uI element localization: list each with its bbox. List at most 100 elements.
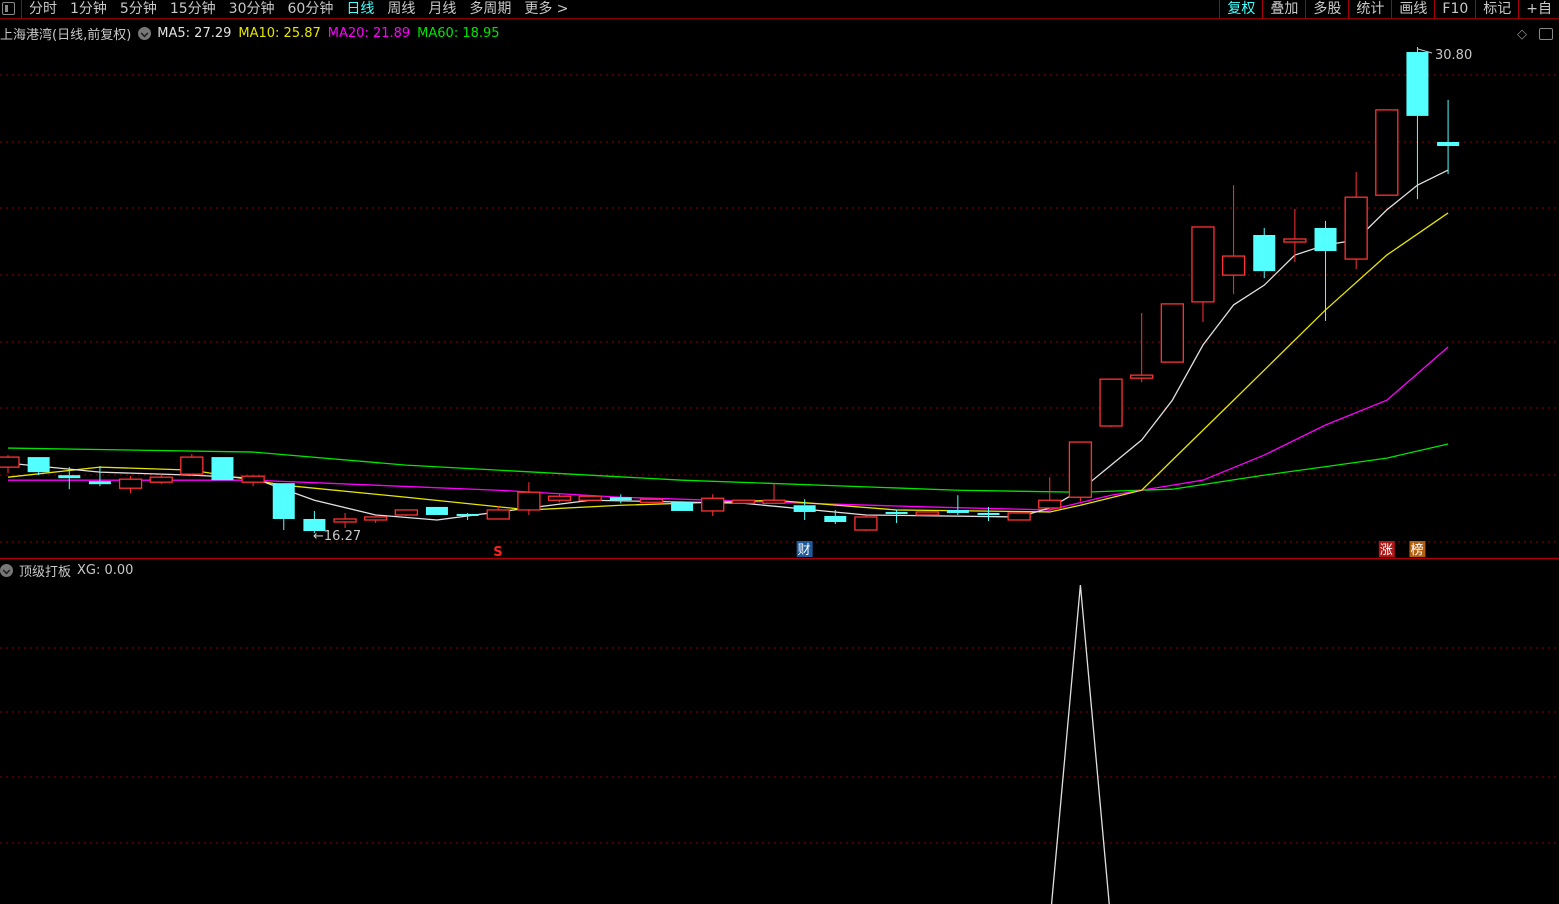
tab-period-1[interactable]: 1分钟	[70, 0, 107, 19]
tab-period-10[interactable]: 更多 >	[524, 0, 568, 19]
candle-body	[118, 478, 143, 489]
ma60-line	[7, 443, 1449, 493]
stock-title: 上海港湾(日线,前复权)	[0, 28, 132, 43]
candle	[1068, 441, 1093, 502]
candle	[578, 495, 602, 501]
candle-body	[578, 495, 602, 501]
candle	[885, 509, 908, 523]
candle	[0, 455, 20, 474]
candle-body	[180, 456, 204, 475]
candle	[1437, 99, 1460, 175]
candle-body	[211, 457, 234, 481]
candle-body	[1160, 303, 1184, 363]
candle-body	[701, 497, 725, 512]
candle-body	[1283, 238, 1307, 243]
candle-body	[609, 497, 632, 501]
candle	[946, 495, 969, 515]
candle	[211, 457, 234, 481]
tab-period-2[interactable]: 5分钟	[120, 0, 157, 19]
high-arrow	[1417, 48, 1433, 54]
candle	[1253, 227, 1276, 279]
dropdown-icon[interactable]	[0, 564, 13, 577]
ma20-line	[8, 346, 1449, 511]
candle-body	[1253, 234, 1276, 272]
tool-button-2[interactable]: 多股	[1305, 0, 1348, 19]
dropdown-icon[interactable]	[138, 27, 152, 40]
xg-line	[1050, 584, 1110, 904]
candle-body	[1191, 226, 1215, 303]
candle-body	[456, 513, 479, 516]
candle	[456, 512, 479, 520]
candle-body	[0, 456, 20, 468]
high-price-label: 30.80	[1435, 48, 1472, 63]
period-tabs: 分时 1分钟 5分钟 15分钟 30分钟 60分钟 日线 周线 月线 多周期 更多 >	[21, 0, 582, 19]
tab-period-3[interactable]: 15分钟	[170, 0, 216, 19]
candle-body	[1406, 52, 1429, 116]
candle-body	[793, 505, 816, 512]
indicator-legend: 顶级打板 XG: 0.00	[0, 561, 139, 580]
tab-period-6[interactable]: 日线	[346, 0, 374, 19]
candle	[1191, 226, 1215, 322]
candle-body	[364, 516, 388, 521]
sidebar-toggle-icon[interactable]	[2, 2, 15, 15]
candle	[1160, 303, 1184, 363]
candle	[609, 494, 632, 504]
candle-body	[547, 495, 572, 501]
tool-button-5[interactable]: F10	[1434, 0, 1475, 19]
candle	[731, 499, 756, 504]
candle-body	[1314, 227, 1337, 252]
signal-marker: S	[493, 545, 502, 560]
candle	[517, 482, 541, 515]
ma5-line	[7, 169, 1449, 521]
candle	[1375, 109, 1399, 196]
candle	[824, 509, 847, 524]
candle	[180, 454, 204, 477]
candle-body	[394, 509, 418, 516]
candle	[27, 457, 50, 476]
candle	[977, 506, 1000, 521]
tool-button-3[interactable]: 统计	[1348, 0, 1391, 19]
tool-button-0[interactable]: 复权	[1219, 0, 1262, 19]
tool-button-6[interactable]: 标记	[1475, 0, 1518, 19]
candle-body	[946, 509, 969, 513]
candle-body	[88, 481, 111, 485]
tool-button-4[interactable]: 画线	[1391, 0, 1434, 19]
tab-period-4[interactable]: 30分钟	[229, 0, 275, 19]
diamond-icon[interactable]: ◇	[1517, 27, 1527, 42]
tab-period-5[interactable]: 60分钟	[288, 0, 334, 19]
candle	[1344, 172, 1368, 270]
ma10-line	[7, 212, 1449, 513]
tab-period-0[interactable]: 分时	[29, 0, 57, 19]
candle	[1007, 512, 1031, 521]
candle	[364, 516, 388, 523]
candle	[1283, 208, 1307, 263]
tab-period-9[interactable]: 多周期	[469, 0, 511, 19]
tab-period-7[interactable]: 周线	[387, 0, 415, 19]
candle-body	[915, 511, 939, 516]
indicator-title: 顶级打板	[19, 565, 72, 580]
tool-button-1[interactable]: 叠加	[1262, 0, 1305, 19]
tab-period-8[interactable]: 月线	[428, 0, 456, 19]
candle	[1406, 47, 1429, 200]
candle	[241, 475, 265, 487]
low-price-label: ←16.27	[313, 529, 361, 544]
candle	[915, 511, 939, 516]
candle	[272, 483, 295, 531]
ma60-value: MA60: 18.95	[417, 26, 500, 41]
event-marker: 财	[798, 543, 811, 558]
candle	[425, 506, 448, 515]
candle	[118, 476, 143, 494]
event-marker: 涨	[1380, 543, 1393, 558]
candle	[793, 499, 816, 520]
tool-button-7[interactable]: +自	[1518, 0, 1559, 19]
candle-body	[1437, 141, 1460, 147]
candlestick-chart[interactable]: 30.80 ←16.27 S 财 涨 榜	[0, 0, 1559, 904]
candle-body	[333, 518, 357, 523]
candle	[58, 467, 81, 490]
candle-body	[27, 457, 50, 473]
candle-body	[1130, 374, 1154, 379]
candle-body	[58, 475, 81, 479]
panel-toggle-icon[interactable]	[1539, 28, 1553, 40]
candle-body	[486, 509, 510, 520]
candle	[1099, 378, 1123, 427]
